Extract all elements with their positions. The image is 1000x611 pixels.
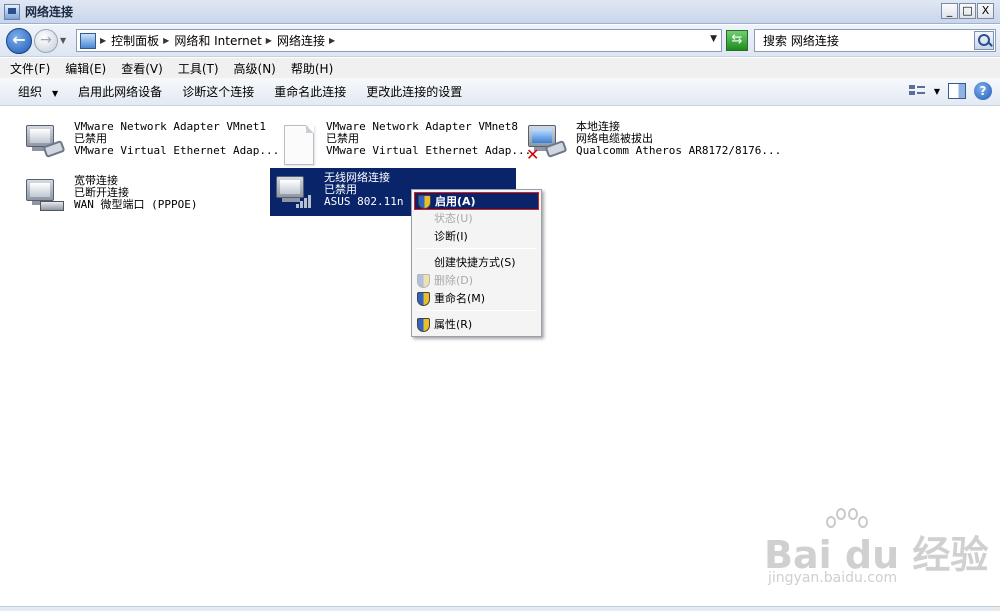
chevron-right-icon[interactable]: ▶ [329, 36, 335, 45]
address-row: ← → ▼ ▶ 控制面板 ▶ 网络和 Internet ▶ 网络连接 ▶ ▼ ⇆ [0, 25, 1000, 57]
back-button[interactable]: ← [6, 27, 32, 54]
rename-connection-button[interactable]: 重命名此连接 [274, 83, 346, 100]
menu-view[interactable]: 查看(V) [121, 60, 163, 77]
ctx-enable[interactable]: 启用(A) [414, 192, 539, 210]
connection-details: 无线网络连接 已禁用 ASUS 802.11n 网 [324, 172, 421, 208]
diagnose-connection-button[interactable]: 诊断这个连接 [182, 83, 254, 100]
window-bottom-border [0, 606, 1000, 611]
ctx-delete-label: 删除(D) [434, 274, 474, 287]
connection-details: VMware Network Adapter VMnet1 已禁用 VMware… [74, 121, 279, 157]
menu-bar: 文件(F) 编辑(E) 查看(V) 工具(T) 高级(N) 帮助(H) [0, 58, 1000, 78]
document-icon [284, 125, 314, 165]
refresh-button[interactable]: ⇆ [726, 30, 748, 51]
broadband-icon [24, 175, 64, 215]
menu-edit[interactable]: 编辑(E) [65, 60, 106, 77]
menu-file[interactable]: 文件(F) [10, 60, 50, 77]
title-bar: 网络连接 _ □ X [0, 0, 1000, 24]
organize-button[interactable]: 组织 ▼ [18, 83, 58, 100]
organize-label: 组织 [18, 85, 43, 99]
menu-tools[interactable]: 工具(T) [178, 60, 219, 77]
chevron-right-icon[interactable]: ▶ [266, 36, 272, 45]
minimize-button[interactable]: _ [941, 3, 958, 19]
wireless-adapter-icon [274, 172, 314, 212]
watermark-url: jingyan.baidu.com [768, 570, 898, 586]
uac-shield-icon [418, 195, 431, 209]
ctx-diagnose[interactable]: 诊断(I) [414, 228, 539, 246]
ctx-status: 状态(U) [434, 212, 473, 225]
ctx-delete: 删除(D) [414, 272, 539, 290]
window-title: 网络连接 [25, 5, 74, 19]
network-adapter-icon: ✕ [526, 121, 568, 164]
network-adapter-icon [24, 121, 66, 161]
breadcrumb-control-panel[interactable]: 控制面板 [111, 32, 159, 49]
connection-device: VMware Virtual Ethernet Adap... [326, 144, 532, 157]
breadcrumb-network-internet[interactable]: 网络和 Internet [174, 32, 261, 49]
forward-button[interactable]: → [34, 28, 58, 53]
generic-file-icon [276, 121, 316, 165]
menu-advanced[interactable]: 高级(N) [234, 60, 276, 77]
preview-pane-icon[interactable] [948, 83, 966, 99]
window-controls: _ □ X [941, 3, 994, 19]
view-options-icon[interactable] [908, 83, 926, 99]
ctx-enable-label: 启用(A) [435, 195, 476, 208]
disconnected-x-icon: ✕ [526, 145, 540, 164]
ctx-properties[interactable]: 属性(R) [414, 316, 539, 334]
address-dropdown-icon[interactable]: ▼ [710, 34, 717, 44]
connection-details: 本地连接 网络电缆被拔出 Qualcomm Atheros AR8172/817… [576, 121, 781, 157]
ctx-rename-label: 重命名(M) [434, 292, 486, 305]
control-panel-icon [80, 32, 96, 49]
connection-details: 宽带连接 已断开连接 WAN 微型端口 (PPPOE) [74, 175, 197, 211]
connection-vmnet8[interactable]: VMware Network Adapter VMnet8 已禁用 VMware… [272, 117, 531, 165]
signal-bars-icon [296, 192, 314, 208]
uac-shield-icon [417, 292, 430, 306]
chevron-right-icon[interactable]: ▶ [100, 36, 106, 45]
breadcrumb-network-connections[interactable]: 网络连接 [277, 32, 325, 49]
ctx-properties-label: 属性(R) [434, 318, 473, 331]
connection-device: ASUS 802.11n 网 [324, 195, 422, 208]
change-settings-button[interactable]: 更改此连接的设置 [366, 83, 462, 100]
recent-pages-dropdown-icon[interactable]: ▼ [60, 36, 70, 45]
chevron-down-icon: ▼ [52, 89, 59, 98]
baidu-watermark: Bai du 经验 jingyan.baidu.com [764, 508, 988, 598]
help-icon[interactable]: ? [974, 82, 992, 100]
connection-device: Qualcomm Atheros AR8172/8176... [576, 144, 782, 157]
toolbar-right: ▼ ? [908, 82, 992, 100]
menu-help[interactable]: 帮助(H) [291, 60, 333, 77]
connection-details: VMware Network Adapter VMnet8 已禁用 VMware… [326, 121, 531, 157]
search-icon[interactable] [974, 31, 994, 50]
connection-vmnet1[interactable]: VMware Network Adapter VMnet1 已禁用 VMware… [20, 117, 279, 165]
chevron-right-icon[interactable]: ▶ [163, 36, 169, 45]
connection-broadband[interactable]: 宽带连接 已断开连接 WAN 微型端口 (PPPOE) [20, 171, 266, 219]
connection-device: VMware Virtual Ethernet Adap... [74, 144, 280, 157]
enable-device-button[interactable]: 启用此网络设备 [78, 83, 162, 100]
ctx-rename[interactable]: 重命名(M) [414, 290, 539, 308]
network-connections-icon [4, 3, 20, 20]
search-input[interactable] [755, 30, 965, 51]
connection-device: WAN 微型端口 (PPPOE) [74, 198, 198, 211]
chevron-down-icon[interactable]: ▼ [934, 87, 940, 96]
address-bar[interactable]: ▶ 控制面板 ▶ 网络和 Internet ▶ 网络连接 ▶ ▼ [76, 29, 722, 52]
monitor-icon [26, 179, 54, 201]
modem-icon [40, 201, 64, 211]
maximize-button[interactable]: □ [959, 3, 976, 19]
menu-separator [416, 310, 537, 311]
menu-separator [416, 248, 537, 249]
connection-local-area[interactable]: ✕ 本地连接 网络电缆被拔出 Qualcomm Atheros AR8172/8… [522, 117, 781, 165]
close-button[interactable]: X [977, 3, 994, 19]
uac-shield-icon [417, 318, 430, 332]
uac-shield-icon [417, 274, 430, 288]
context-menu: 启用(A) 状态(U) 诊断(I) 创建快捷方式(S) 删除(D) 重命名(M)… [411, 189, 542, 337]
ctx-create-shortcut[interactable]: 创建快捷方式(S) [414, 254, 539, 272]
command-bar: 组织 ▼ 启用此网络设备 诊断这个连接 重命名此连接 更改此连接的设置 ▼ ? [0, 78, 1000, 106]
search-box[interactable] [754, 29, 996, 52]
